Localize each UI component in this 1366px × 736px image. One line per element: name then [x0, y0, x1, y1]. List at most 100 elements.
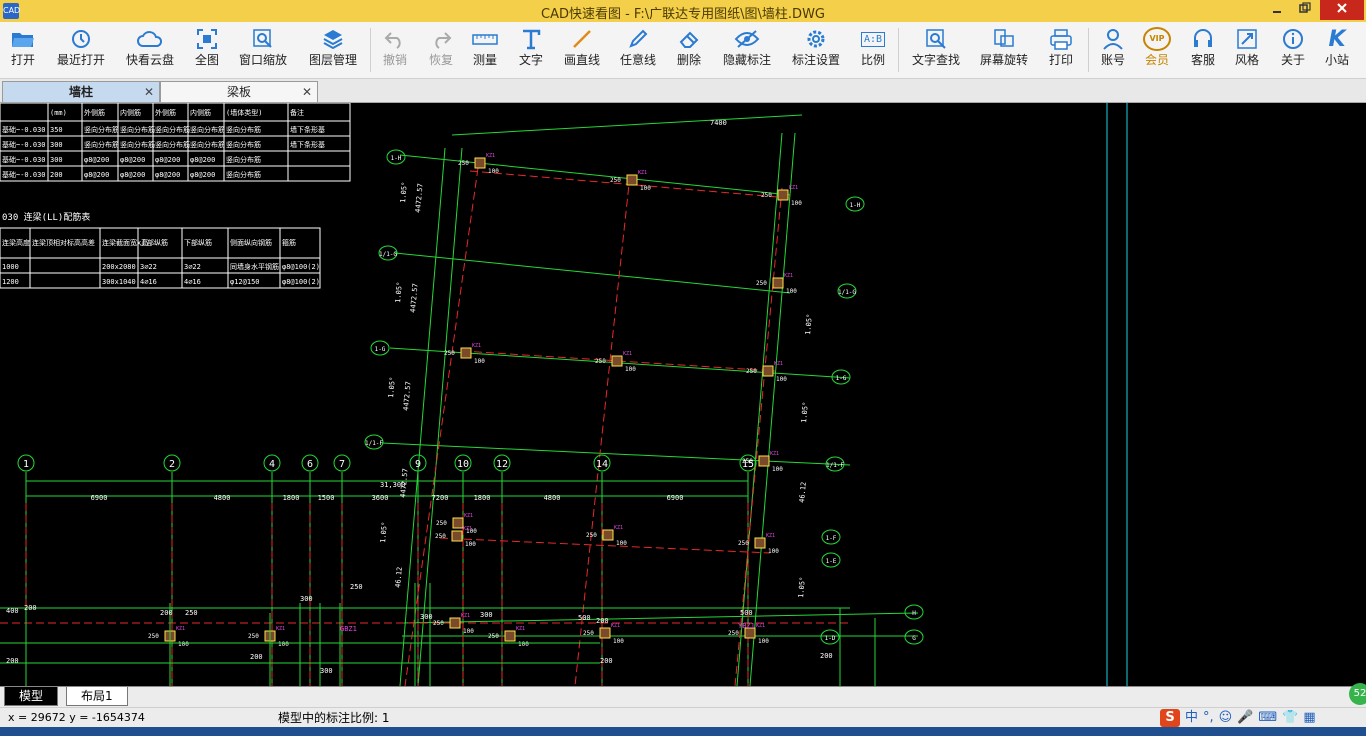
- column-dim: 100: [278, 641, 289, 648]
- table-cell: 1200: [2, 278, 19, 286]
- table-cell: φ8@200: [84, 171, 109, 179]
- erase-button[interactable]: 删除: [672, 26, 706, 76]
- history-icon: [50, 26, 112, 52]
- window-zoom-button[interactable]: 窗口缩放: [232, 26, 294, 76]
- ime-toolbar: S 中 °, ☺ 🎤 ⌨ 👕 ▦: [1160, 708, 1316, 728]
- toolbox-icon[interactable]: ▦: [1303, 708, 1315, 728]
- mark-settings-button[interactable]: 标注设置: [786, 26, 846, 76]
- fullscreen-icon: [188, 26, 226, 52]
- status-bar: x = 29672 y = -1654374 模型中的标注比例: 1 S 中 °…: [0, 707, 1366, 728]
- tab-beam-slab[interactable]: 梁板 ✕: [160, 81, 318, 102]
- close-icon[interactable]: ✕: [302, 82, 312, 102]
- table-header-cell: 备注: [290, 108, 304, 117]
- dimension-label: 4800: [544, 494, 561, 502]
- detail-mark: GBZ1: [340, 625, 357, 633]
- close-icon[interactable]: [1320, 0, 1364, 20]
- open-label: 打开: [10, 53, 35, 67]
- text-search-button[interactable]: 文字查找: [906, 26, 966, 76]
- layers-button[interactable]: 图层管理: [302, 26, 364, 76]
- column-marker: [611, 355, 623, 367]
- column-dim: 250: [433, 620, 444, 627]
- detail-dimension: 300: [300, 595, 313, 603]
- cloud-button[interactable]: 快看云盘: [120, 26, 180, 76]
- text-search-label: 文字查找: [911, 53, 960, 67]
- column-marker: [474, 157, 486, 169]
- open-button[interactable]: 打开: [2, 26, 44, 76]
- account-button[interactable]: 账号: [1096, 26, 1130, 76]
- service-button[interactable]: 客服: [1186, 26, 1220, 76]
- column-dim: 100: [772, 466, 783, 473]
- skin-icon[interactable]: 👕: [1282, 708, 1298, 728]
- mark-settings-label: 标注设置: [791, 53, 840, 67]
- ime-punct-mode[interactable]: °,: [1203, 708, 1214, 728]
- grid-bubble-label: H: [912, 610, 916, 617]
- drawing-canvas[interactable]: (mm) 外侧筋 内侧筋 外侧筋 内侧筋 (墙体类型) 备注 基础~-0.030 350 竖向分布…: [0, 103, 1366, 686]
- vip-icon-text: VIP: [1143, 27, 1171, 51]
- window-zoom-label: 窗口缩放: [238, 53, 287, 67]
- table-cell: 竖向分布筋: [226, 170, 261, 179]
- detail-dimension: 300: [480, 611, 493, 619]
- headset-icon: [1186, 26, 1220, 52]
- freehand-button[interactable]: 任意线: [616, 26, 660, 76]
- redo-button[interactable]: 恢复: [424, 26, 458, 76]
- column-marker: [504, 630, 516, 642]
- recent-button[interactable]: 最近打开: [50, 26, 112, 76]
- text-button[interactable]: 文字: [514, 26, 548, 76]
- sogou-logo-icon[interactable]: S: [1160, 709, 1180, 727]
- about-button[interactable]: 关于: [1276, 26, 1310, 76]
- table-cell: φ8@200: [190, 156, 215, 164]
- table-header-cell: 外侧筋: [84, 108, 105, 117]
- column-dim: 250: [586, 532, 597, 539]
- column-dim: 100: [768, 548, 779, 555]
- keyboard-icon[interactable]: ⌨: [1258, 708, 1277, 728]
- gear-icon: [786, 26, 846, 52]
- tab-layout1[interactable]: 布局1: [66, 687, 128, 706]
- restore-icon[interactable]: [1290, 0, 1320, 20]
- ratio-button[interactable]: A:B 比例: [856, 26, 890, 76]
- printer-icon: [1044, 26, 1078, 52]
- grade-label: 1.05°: [394, 281, 404, 303]
- minimize-icon[interactable]: [1262, 0, 1292, 20]
- detail-dimension: 300: [320, 667, 333, 675]
- table-cell: 同墙身水平钢筋: [230, 262, 279, 271]
- table-header-cell: (墙体类型): [226, 108, 262, 117]
- column-dim: 250: [458, 160, 469, 167]
- hide-mark-button[interactable]: 隐藏标注: [718, 26, 776, 76]
- column-dim: 100: [474, 358, 485, 365]
- undo-button[interactable]: 撤销: [378, 26, 412, 76]
- tab-wall-column[interactable]: 墙柱 ✕: [2, 81, 160, 102]
- coupling-beam-table-title: 030 连梁(LL)配筋表: [2, 211, 90, 223]
- ime-chinese-mode[interactable]: 中: [1185, 708, 1198, 728]
- taskbar: [0, 727, 1366, 736]
- eye-off-icon: [718, 26, 776, 52]
- full-view-button[interactable]: 全图: [188, 26, 226, 76]
- column-dim: 100: [465, 541, 476, 548]
- table-cell: 基础~-0.030: [2, 170, 46, 179]
- style-label: 风格: [1234, 53, 1259, 67]
- column-label: KZ1: [611, 623, 620, 629]
- site-icon-text: K: [1328, 26, 1346, 52]
- measure-label: 测量: [472, 53, 497, 67]
- table-cell: 4⌀16: [184, 278, 201, 286]
- site-button[interactable]: K 小站: [1320, 26, 1354, 76]
- notification-badge[interactable]: 52: [1349, 683, 1366, 705]
- tab-model[interactable]: 模型: [4, 687, 59, 706]
- table-header-cell: 侧面纵向钢筋: [230, 238, 272, 247]
- print-button[interactable]: 打印: [1044, 26, 1078, 76]
- measure-button[interactable]: 测量: [468, 26, 502, 76]
- rotate-label: 屏幕旋转: [979, 53, 1028, 67]
- folder-open-icon: [2, 26, 44, 52]
- vip-button[interactable]: VIP 会员: [1140, 26, 1174, 76]
- grade-label: 46.12: [798, 481, 808, 503]
- axis-label: 2: [169, 459, 175, 470]
- emoji-icon[interactable]: ☺: [1219, 708, 1233, 728]
- column-marker: [599, 627, 611, 639]
- grid-bubble-label: 1-F: [826, 535, 837, 542]
- close-icon[interactable]: ✕: [144, 82, 154, 102]
- rotate-button[interactable]: 屏幕旋转: [974, 26, 1034, 76]
- microphone-icon[interactable]: 🎤: [1237, 708, 1253, 728]
- table-cell: φ8@200: [120, 171, 145, 179]
- table-header-cell: 下部纵筋: [184, 238, 212, 247]
- line-button[interactable]: 画直线: [560, 26, 604, 76]
- style-button[interactable]: 风格: [1230, 26, 1264, 76]
